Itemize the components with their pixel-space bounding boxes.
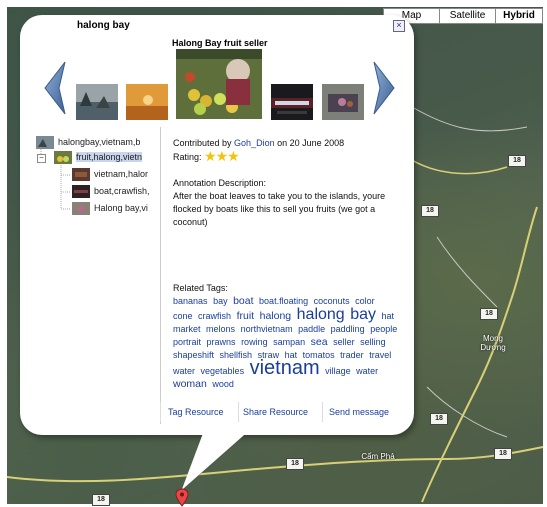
- tag-link[interactable]: halong: [260, 310, 292, 322]
- road-shield: 18: [494, 448, 512, 460]
- thumbnail-market-boat[interactable]: [322, 84, 364, 120]
- road-shield: 18: [92, 494, 110, 506]
- divider: [322, 402, 323, 422]
- related-tags-heading: Related Tags:: [173, 283, 228, 293]
- tag-link[interactable]: portrait: [173, 337, 201, 347]
- tag-link[interactable]: paddle: [298, 324, 325, 334]
- tag-link[interactable]: travel: [369, 350, 391, 360]
- map-pin-icon[interactable]: [175, 488, 189, 507]
- tag-link[interactable]: paddling: [331, 324, 365, 334]
- tag-link[interactable]: vietnam: [250, 357, 320, 379]
- tag-link[interactable]: prawns: [207, 337, 236, 347]
- tag-link[interactable]: village: [325, 366, 351, 376]
- tag-link[interactable]: rowing: [241, 337, 268, 347]
- tag-link[interactable]: shellfish: [220, 350, 253, 360]
- tag-link[interactable]: hat: [382, 311, 395, 321]
- tag-link[interactable]: seller: [333, 337, 355, 347]
- annotation-heading: Annotation Description:: [173, 178, 267, 188]
- tag-cloud: bananas bay boat boat.floating coconuts …: [173, 295, 401, 391]
- divider: [238, 402, 239, 422]
- resource-tree: halongbay,vietnam,b − fruit,halong,vietn…: [34, 127, 161, 424]
- tag-link[interactable]: fruit: [237, 310, 255, 322]
- author-link[interactable]: Goh_Dion: [234, 138, 275, 148]
- share-resource-link[interactable]: Share Resource: [243, 407, 308, 417]
- map-type-satellite-button[interactable]: Satellite: [439, 8, 496, 24]
- tag-link[interactable]: crawfish: [198, 311, 231, 321]
- tag-link[interactable]: market: [173, 324, 201, 334]
- tag-link[interactable]: people: [370, 324, 397, 334]
- tag-link[interactable]: bananas: [173, 296, 208, 306]
- tag-link[interactable]: woman: [173, 378, 207, 390]
- related-tags: Related Tags: bananas bay boat boat.floa…: [173, 282, 401, 391]
- chevron-right-icon[interactable]: [372, 60, 396, 116]
- tag-link[interactable]: color: [355, 296, 375, 306]
- tag-link[interactable]: coconuts: [314, 296, 350, 306]
- contributed-date: on 20 June 2008: [274, 138, 345, 148]
- thumbnail-fruit-seller-selected[interactable]: [176, 49, 262, 119]
- tag-link[interactable]: sea: [311, 336, 328, 348]
- tag-link[interactable]: cone: [173, 311, 193, 321]
- contributed-prefix: Contributed by: [173, 138, 235, 148]
- rating-row: Rating: ★★★: [173, 148, 398, 164]
- tag-link[interactable]: melons: [206, 324, 235, 334]
- road-shield: 18: [286, 458, 304, 470]
- tag-link[interactable]: selling: [360, 337, 386, 347]
- tag-link[interactable]: sampan: [273, 337, 305, 347]
- road-shield: 18: [480, 308, 498, 320]
- send-message-link[interactable]: Send message: [329, 407, 389, 417]
- tag-link[interactable]: vegetables: [201, 366, 245, 376]
- carousel-caption: Halong Bay fruit seller: [172, 38, 268, 48]
- map-type-hybrid-button[interactable]: Hybrid: [495, 8, 543, 24]
- tag-link[interactable]: northvietnam: [241, 324, 293, 334]
- tag-link[interactable]: bay: [213, 296, 228, 306]
- tag-resource-link[interactable]: Tag Resource: [168, 407, 224, 417]
- tag-link[interactable]: shapeshift: [173, 350, 214, 360]
- tag-link[interactable]: water: [173, 366, 195, 376]
- road-shield: 18: [421, 205, 439, 217]
- star-icon[interactable]: ★: [216, 148, 229, 164]
- road-shield: 18: [508, 155, 526, 167]
- thumbnail-boat-night[interactable]: [271, 84, 313, 120]
- tag-link[interactable]: halong: [297, 306, 345, 323]
- resource-info: Contributed by Goh_Dion on 20 June 2008 …: [173, 137, 398, 229]
- tag-link[interactable]: water: [356, 366, 378, 376]
- tag-link[interactable]: boat: [233, 295, 253, 307]
- tag-link[interactable]: bay: [350, 306, 376, 323]
- annotation-text: After the boat leaves to take you to the…: [173, 191, 386, 227]
- tag-link[interactable]: wood: [212, 379, 234, 389]
- rating-label: Rating:: [173, 152, 202, 162]
- thumbnail-halong-islands[interactable]: [76, 84, 118, 120]
- tag-link[interactable]: boat.floating: [259, 296, 308, 306]
- road-shield: 18: [430, 413, 448, 425]
- thumbnail-sunset-bay[interactable]: [126, 84, 168, 120]
- star-icon[interactable]: ★: [204, 148, 217, 164]
- close-icon[interactable]: ×: [393, 20, 405, 32]
- tree-lines: [40, 147, 70, 210]
- popup-title: halong bay: [77, 20, 130, 31]
- place-label-mong-duong: Mong Dương: [480, 334, 506, 352]
- divider: [160, 402, 161, 422]
- chevron-left-icon[interactable]: [43, 60, 67, 116]
- tag-link[interactable]: trader: [340, 350, 364, 360]
- place-label-cam-pha: Cẩm Phả: [361, 452, 395, 461]
- star-icon[interactable]: ★: [227, 148, 240, 164]
